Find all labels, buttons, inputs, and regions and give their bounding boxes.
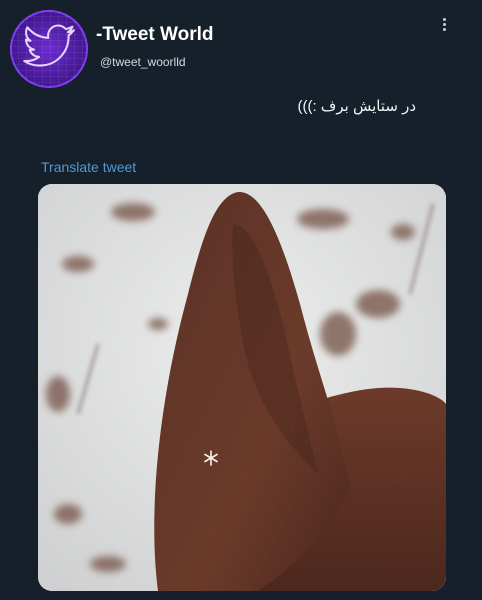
- photo-image: [38, 184, 446, 591]
- more-vertical-icon[interactable]: [436, 18, 452, 40]
- tweet-card: -Tweet World @tweet_woorlld در ستایش برف…: [0, 0, 482, 600]
- avatar[interactable]: [10, 10, 88, 88]
- twitter-bird-icon: [23, 24, 75, 67]
- tweet-photo[interactable]: [38, 184, 446, 591]
- user-handle[interactable]: @tweet_woorlld: [100, 55, 186, 69]
- translate-tweet-link[interactable]: Translate tweet: [41, 159, 136, 175]
- display-name[interactable]: -Tweet World: [96, 24, 214, 46]
- tweet-text: در ستایش برف :))): [297, 98, 416, 115]
